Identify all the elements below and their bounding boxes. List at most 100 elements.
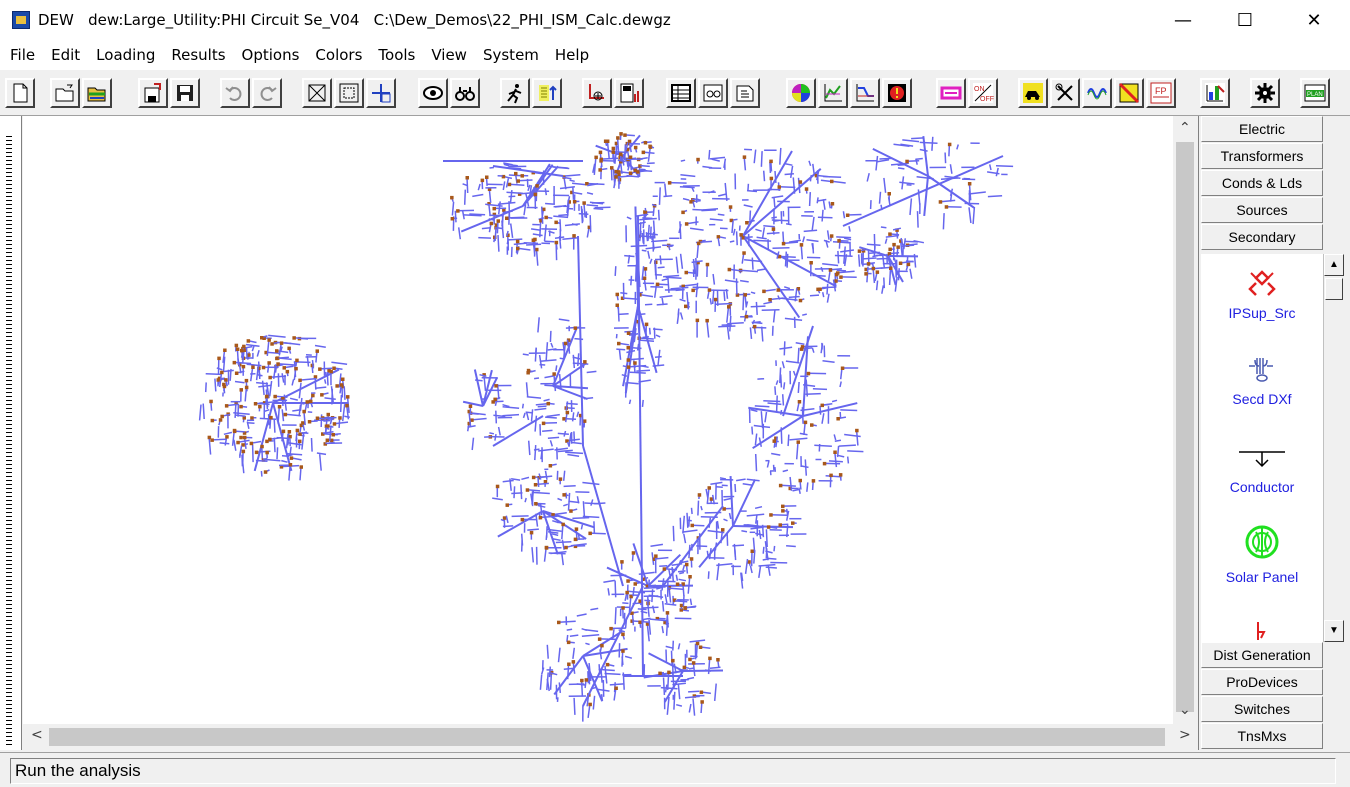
wave-icon[interactable] xyxy=(1082,78,1112,108)
palette-scroll-thumb[interactable] xyxy=(1325,278,1343,300)
view-eye-icon[interactable] xyxy=(418,78,448,108)
menu-loading[interactable]: Loading xyxy=(88,46,163,64)
svg-text:OFF: OFF xyxy=(980,96,994,103)
component-palette: Electric Transformers Conds & Lds Source… xyxy=(1198,116,1350,750)
svg-text:ON: ON xyxy=(974,86,985,93)
minimize-button[interactable]: — xyxy=(1160,0,1206,40)
report-icon[interactable] xyxy=(730,78,760,108)
title-bar: DEW dew:Large_Utility:PHI Circuit Se_V04… xyxy=(0,0,1350,40)
palette-item-secd-dxf[interactable]: Secd DXf xyxy=(1201,354,1323,407)
secd-dxf-icon xyxy=(1249,358,1273,382)
menu-results[interactable]: Results xyxy=(163,46,233,64)
toolbar: ON OFF FP PLAN xyxy=(0,70,1350,116)
menu-tools[interactable]: Tools xyxy=(370,46,423,64)
menu-help[interactable]: Help xyxy=(547,46,597,64)
scroll-up-arrow-icon[interactable]: ⌃ xyxy=(1179,120,1191,136)
zoom-window-icon[interactable] xyxy=(334,78,364,108)
window-title: DEW dew:Large_Utility:PHI Circuit Se_V04… xyxy=(38,11,671,29)
maximize-button[interactable]: ☐ xyxy=(1222,0,1268,40)
palette-item-conductor[interactable]: Conductor xyxy=(1201,444,1323,495)
graph2-icon[interactable] xyxy=(850,78,880,108)
ruler-ticks xyxy=(6,136,12,746)
save-icon[interactable] xyxy=(170,78,200,108)
menu-file[interactable]: File xyxy=(2,46,43,64)
zoom-fit-icon[interactable] xyxy=(302,78,332,108)
tools-icon[interactable] xyxy=(1050,78,1080,108)
menu-view[interactable]: View xyxy=(423,46,475,64)
table-icon[interactable] xyxy=(666,78,696,108)
conductor-icon xyxy=(1239,451,1285,468)
chart-map-icon[interactable] xyxy=(1200,78,1230,108)
palette-tab-tnsmxs[interactable]: TnsMxs xyxy=(1201,723,1323,749)
ipsup-src-icon xyxy=(1248,270,1276,296)
app-icon[interactable] xyxy=(12,11,30,29)
redo-icon[interactable] xyxy=(252,78,282,108)
palette-item-label: IPSup_Src xyxy=(1228,305,1296,321)
color-wheel-icon[interactable] xyxy=(786,78,816,108)
palette-scroll-down-icon[interactable]: ▼ xyxy=(1324,620,1344,642)
close-button[interactable]: ✕ xyxy=(1291,0,1337,40)
plan-icon[interactable]: PLAN xyxy=(1300,78,1330,108)
save-as-icon[interactable] xyxy=(138,78,168,108)
status-message: Run the analysis xyxy=(10,758,1336,784)
scroll-left-arrow-icon[interactable]: < xyxy=(31,727,43,743)
menu-options[interactable]: Options xyxy=(234,46,308,64)
open-icon[interactable] xyxy=(50,78,80,108)
palette-tab-switches[interactable]: Switches xyxy=(1201,696,1323,722)
results-up-icon[interactable] xyxy=(532,78,562,108)
add-circuit-icon[interactable] xyxy=(582,78,612,108)
palette-tab-conds-lds[interactable]: Conds & Lds xyxy=(1201,170,1323,196)
palette-tab-secondary[interactable]: Secondary xyxy=(1201,224,1323,250)
menu-bar: File Edit Loading Results Options Colors… xyxy=(0,40,1350,70)
pan-icon[interactable] xyxy=(366,78,396,108)
menu-edit[interactable]: Edit xyxy=(43,46,88,64)
solar-panel-icon xyxy=(1245,525,1279,559)
undo-icon[interactable] xyxy=(220,78,250,108)
meter-icon[interactable] xyxy=(614,78,644,108)
status-bar: Run the analysis xyxy=(0,752,1350,787)
fp-icon[interactable]: FP xyxy=(1146,78,1176,108)
canvas-horizontal-scrollbar[interactable]: < > xyxy=(23,724,1197,750)
svg-text:FP: FP xyxy=(1155,86,1167,96)
gear-icon[interactable] xyxy=(1250,78,1280,108)
vertical-ruler xyxy=(0,116,22,750)
palette-item-label: Conductor xyxy=(1229,479,1295,495)
scroll-down-arrow-icon[interactable]: ⌄ xyxy=(1179,702,1191,718)
canvas-vertical-scrollbar[interactable]: ⌃ ⌄ xyxy=(1173,116,1197,724)
open-folder-icon[interactable] xyxy=(82,78,112,108)
switch-icon[interactable] xyxy=(936,78,966,108)
graph-icon[interactable] xyxy=(818,78,848,108)
palette-scroll-up-icon[interactable]: ▲ xyxy=(1324,254,1344,276)
palette-tab-electric[interactable]: Electric xyxy=(1201,116,1323,142)
palette-item-solar-panel[interactable]: Solar Panel xyxy=(1201,522,1323,585)
palette-tab-transformers[interactable]: Transformers xyxy=(1201,143,1323,169)
circuit-network xyxy=(198,132,1014,722)
menu-colors[interactable]: Colors xyxy=(307,46,370,64)
svg-text:PLAN: PLAN xyxy=(1307,92,1323,98)
circuit-canvas[interactable] xyxy=(23,116,1173,724)
binoculars-icon[interactable] xyxy=(450,78,480,108)
new-icon[interactable] xyxy=(5,78,35,108)
horizontal-scroll-thumb[interactable] xyxy=(49,728,1165,746)
alert-icon[interactable] xyxy=(882,78,912,108)
car-icon[interactable] xyxy=(1018,78,1048,108)
palette-item-label: Secd DXf xyxy=(1232,391,1292,407)
palette-item-list: IPSup_Src Secd DXf Conductor Solar Panel xyxy=(1201,254,1323,642)
palette-tab-dist-generation[interactable]: Dist Generation xyxy=(1201,642,1323,668)
palette-item-partial[interactable] xyxy=(1201,620,1323,642)
palette-item-label: Solar Panel xyxy=(1225,569,1299,585)
scroll-right-arrow-icon[interactable]: > xyxy=(1179,727,1191,743)
menu-system[interactable]: System xyxy=(475,46,547,64)
vertical-scroll-thumb[interactable] xyxy=(1176,142,1194,712)
palette-scrollbar[interactable]: ▲ ▼ xyxy=(1323,254,1344,642)
palette-tab-prodevices[interactable]: ProDevices xyxy=(1201,669,1323,695)
palette-item-ipsup-src[interactable]: IPSup_Src xyxy=(1201,268,1323,321)
dew-window: DEW dew:Large_Utility:PHI Circuit Se_V04… xyxy=(0,0,1350,787)
on-off-icon[interactable]: ON OFF xyxy=(968,78,998,108)
dist-gen-icon xyxy=(1257,622,1266,640)
run-icon[interactable] xyxy=(500,78,530,108)
circuit-map[interactable] xyxy=(23,116,1173,724)
palette-tab-sources[interactable]: Sources xyxy=(1201,197,1323,223)
cut-icon[interactable] xyxy=(1114,78,1144,108)
glasses-icon[interactable] xyxy=(698,78,728,108)
